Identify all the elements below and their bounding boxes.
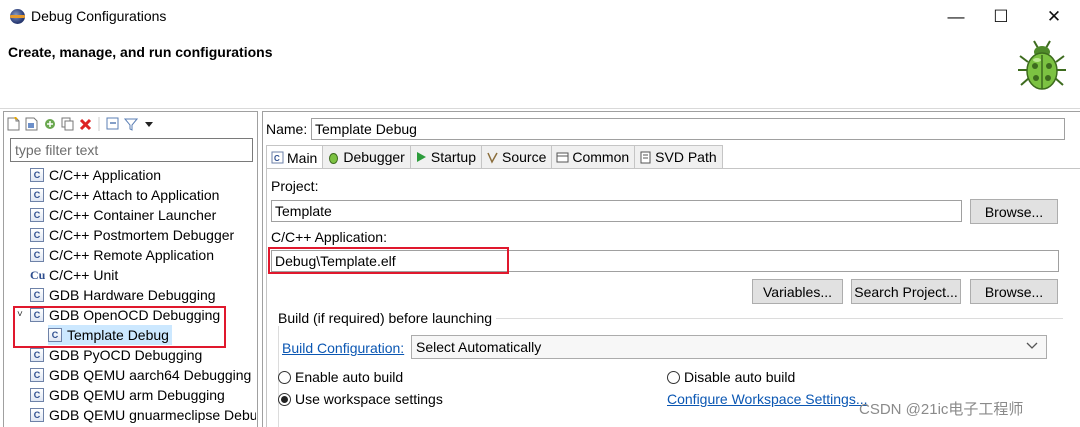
tab-label: Common [572, 149, 630, 165]
tree-item-cpp-remote[interactable]: C C/C++ Remote Application [30, 245, 214, 265]
configuration-tree: C C/C++ Application C C/C++ Attach to Appl… [30, 165, 256, 427]
c-config-icon: C [30, 348, 44, 362]
highlight-box-tree [13, 306, 226, 348]
tree-item-label: C/C++ Container Launcher [49, 207, 217, 223]
close-button[interactable]: ✕ [1031, 4, 1077, 30]
source-tab-icon [485, 150, 499, 164]
minimize-button[interactable]: — [933, 4, 979, 30]
build-configuration-link[interactable]: Build Configuration: [282, 340, 404, 356]
play-icon [414, 150, 428, 164]
use-workspace-settings-radio[interactable]: Use workspace settings [278, 391, 443, 407]
name-input[interactable] [311, 118, 1065, 140]
filter-input[interactable] [10, 138, 253, 162]
toolbar-separator [96, 117, 102, 132]
tree-item-cpp-unit[interactable]: Cu C/C++ Unit [30, 265, 118, 285]
tree-item-cpp-container[interactable]: C C/C++ Container Launcher [30, 205, 216, 225]
tree-item-label: GDB PyOCD Debugging [49, 347, 203, 363]
maximize-button[interactable]: ☐ [978, 4, 1024, 30]
disable-auto-build-radio[interactable]: Disable auto build [667, 369, 795, 385]
svd-tab-icon [638, 150, 652, 164]
c-config-icon: C [30, 188, 44, 202]
header-title: Create, manage, and run configurations [8, 44, 273, 60]
new-prototype-icon[interactable] [24, 117, 39, 132]
highlight-box-application [268, 247, 509, 274]
enable-auto-build-radio[interactable]: Enable auto build [278, 369, 403, 385]
common-tab-icon [555, 150, 569, 164]
eclipse-logo-icon [10, 9, 25, 24]
radio-label: Use workspace settings [295, 391, 443, 407]
config-tabs: C Main Debugger Startup Source Common SVD… [266, 145, 723, 169]
tab-common[interactable]: Common [551, 145, 636, 168]
configure-workspace-settings-link[interactable]: Configure Workspace Settings... [667, 391, 868, 407]
tree-item-label: C/C++ Attach to Application [49, 187, 220, 203]
tree-item-label: GDB QEMU arm Debugging [49, 387, 225, 403]
browse-application-button[interactable]: Browse... [970, 279, 1058, 304]
tree-item-gdb-qemu-gnuarmeclipse[interactable]: C GDB QEMU gnuarmeclipse Debu [30, 405, 256, 425]
tree-item-label: C/C++ Postmortem Debugger [49, 227, 235, 243]
watermark: CSDN @21ic电子工程师 [859, 401, 1024, 418]
filter-icon[interactable] [123, 117, 138, 132]
debug-bug-icon [1018, 40, 1066, 90]
new-config-icon[interactable] [6, 117, 21, 132]
variables-button[interactable]: Variables... [752, 279, 843, 304]
svg-text:C: C [274, 154, 280, 163]
c-config-icon: C [30, 168, 44, 182]
name-label: Name: [266, 121, 308, 137]
c-unit-icon: Cu [30, 267, 46, 282]
tab-svd-path[interactable]: SVD Path [634, 145, 723, 168]
tab-label: SVD Path [655, 149, 717, 165]
tree-item-cpp-postmortem[interactable]: C C/C++ Postmortem Debugger [30, 225, 234, 245]
radio-off-icon [278, 370, 291, 384]
window-title: Debug Configurations [31, 8, 167, 24]
main-tab-icon: C [270, 151, 284, 165]
tab-label: Source [502, 149, 547, 165]
view-menu-chevron-down-icon[interactable] [141, 117, 156, 132]
c-config-icon: C [30, 388, 44, 402]
tree-item-gdb-hardware[interactable]: C GDB Hardware Debugging [30, 285, 216, 305]
project-label: Project: [271, 178, 319, 194]
search-project-button[interactable]: Search Project... [851, 279, 961, 304]
c-config-icon: C [30, 408, 44, 422]
tree-item-label: GDB QEMU gnuarmeclipse Debu [49, 407, 256, 423]
tree-item-cpp-application[interactable]: C C/C++ Application [30, 165, 161, 185]
tree-item-label: GDB Hardware Debugging [49, 287, 216, 303]
export-config-icon[interactable] [42, 117, 57, 132]
collapse-all-icon[interactable] [105, 117, 120, 132]
build-configuration-select[interactable]: Select Automatically [411, 335, 1047, 359]
radio-off-icon [667, 370, 680, 384]
tab-startup[interactable]: Startup [409, 145, 482, 168]
tree-item-label: C/C++ Application [49, 167, 162, 183]
cpp-application-label: C/C++ Application: [271, 229, 387, 245]
browse-project-button[interactable]: Browse... [970, 199, 1058, 224]
tab-main[interactable]: C Main [266, 145, 324, 169]
tree-item-gdb-qemu-aarch64[interactable]: C GDB QEMU aarch64 Debugging [30, 365, 251, 385]
c-config-icon: C [30, 288, 44, 302]
tree-item-label: GDB QEMU aarch64 Debugging [49, 367, 252, 383]
c-config-icon: C [30, 248, 44, 262]
build-group-label: Build (if required) before launching [278, 310, 497, 326]
tree-item-cpp-attach[interactable]: C C/C++ Attach to Application [30, 185, 219, 205]
build-configuration-value: Select Automatically [416, 339, 542, 355]
debugger-tab-icon [326, 150, 340, 164]
radio-on-icon [278, 392, 291, 406]
duplicate-icon[interactable] [60, 117, 75, 132]
tree-toolbar [6, 114, 156, 134]
tab-label: Startup [430, 149, 476, 165]
c-config-icon: C [30, 368, 44, 382]
tree-item-gdb-pyocd[interactable]: C GDB PyOCD Debugging [30, 345, 202, 365]
tree-item-label: C/C++ Unit [49, 267, 119, 283]
project-input[interactable] [271, 200, 962, 222]
tab-label: Main [287, 149, 318, 166]
tree-item-label: C/C++ Remote Application [49, 247, 214, 263]
delete-icon[interactable] [78, 117, 93, 132]
tab-source[interactable]: Source [481, 145, 553, 168]
radio-label: Enable auto build [295, 369, 404, 385]
c-config-icon: C [30, 208, 44, 222]
c-config-icon: C [30, 228, 44, 242]
tree-item-gdb-qemu-arm[interactable]: C GDB QEMU arm Debugging [30, 385, 225, 405]
tab-label: Debugger [343, 149, 405, 165]
radio-label: Disable auto build [684, 369, 796, 385]
chevron-down-icon [1026, 341, 1046, 353]
tab-debugger[interactable]: Debugger [322, 145, 411, 168]
